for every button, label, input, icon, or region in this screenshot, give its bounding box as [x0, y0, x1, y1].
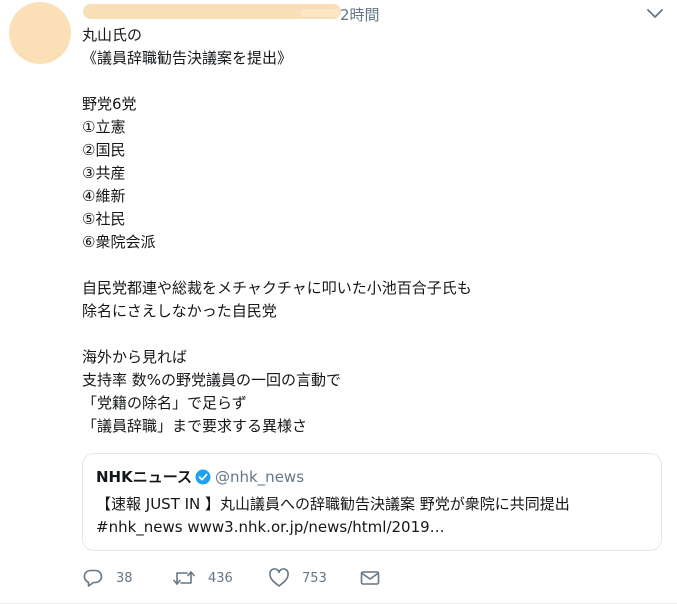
- retweet-count: 436: [208, 570, 233, 586]
- quoted-tweet-header: NHKニュース @nhk_news: [96, 466, 304, 487]
- redacted-handle: [300, 9, 340, 17]
- retweet-button[interactable]: 436: [172, 566, 233, 590]
- chevron-down-icon[interactable]: [645, 6, 665, 22]
- direct-message-button[interactable]: [359, 566, 393, 590]
- reply-icon: [83, 569, 103, 587]
- quoted-tweet[interactable]: NHKニュース @nhk_news 【速報 JUST IN 】丸山議員への辞職勧…: [82, 453, 662, 551]
- quoted-tweet-text: 【速報 JUST IN 】丸山議員への辞職勧告決議案 野党が衆院に共同提出 #n…: [96, 495, 570, 536]
- quoted-account-name: NHKニュース: [96, 468, 192, 486]
- tweet-text: 丸山氏の 《議員辞職勧告決議案を提出》 野党6党 ①立憲 ②国民 ③共産 ④維新…: [82, 26, 472, 435]
- reply-count: 38: [116, 570, 133, 586]
- tweet-timestamp[interactable]: 2時間: [340, 4, 380, 25]
- reply-button[interactable]: 38: [82, 566, 133, 590]
- envelope-icon: [360, 571, 380, 585]
- tweet-card: 2時間 丸山氏の 《議員辞職勧告決議案を提出》 野党6党 ①立憲 ②国民 ③共産…: [0, 0, 677, 604]
- heart-icon: [269, 568, 289, 587]
- like-count: 753: [302, 570, 327, 586]
- avatar[interactable]: [9, 2, 71, 64]
- retweet-icon: [173, 571, 195, 585]
- like-button[interactable]: 753: [268, 566, 327, 590]
- verified-badge-icon: [195, 469, 211, 485]
- quoted-account-handle: @nhk_news: [214, 468, 305, 486]
